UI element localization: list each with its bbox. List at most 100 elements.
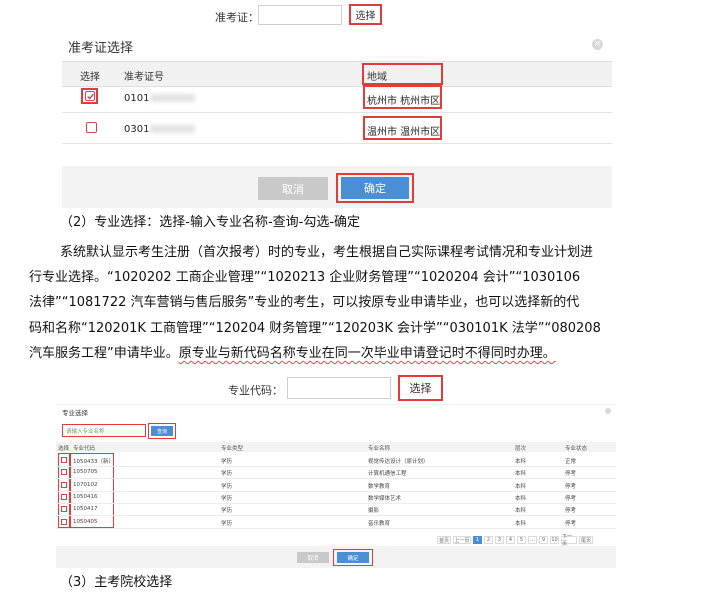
table-cell: 数学教育 (368, 483, 391, 490)
major-header-type: 专业类型 (221, 446, 244, 452)
major-header-name: 专业名称 (368, 446, 391, 452)
check-icon (86, 93, 94, 100)
pagination-next[interactable]: 下一页 (561, 534, 577, 547)
major-header-select: 选择 (58, 446, 70, 452)
major-confirm-button[interactable]: 确定 (337, 552, 369, 563)
paragraph-line: 法律”“1081722 汽车营销与售后服务”专业的考生，可以按原专业申请毕业，也… (29, 295, 580, 310)
major-confirm-label: 确定 (347, 555, 359, 562)
major-table-header (56, 442, 616, 452)
header-ticket-no: 准考证号 (124, 72, 164, 83)
last-line-plain: 汽车服务工程”申请毕业。 (29, 346, 179, 361)
pagination-page[interactable]: … (528, 536, 537, 544)
table-cell: 1050417 (73, 506, 98, 513)
major-code-input[interactable] (287, 377, 391, 399)
major-cancel-label: 取消 (307, 555, 319, 562)
confirm-button[interactable]: 确定 (341, 177, 409, 199)
header-region: 地域 (367, 72, 387, 83)
major-header-level: 层次 (515, 446, 527, 452)
redacted-block (150, 94, 195, 102)
table-row[interactable] (56, 491, 616, 504)
row1-ticket-no: 0101 (124, 93, 150, 104)
major-search-input[interactable]: 请输入专业名称 (62, 424, 146, 437)
table-cell: 音乐教育 (368, 520, 391, 527)
ticket-select-button[interactable]: 选择 (349, 4, 382, 25)
pagination-last[interactable]: 尾页 (579, 536, 593, 544)
row-checkbox[interactable] (61, 518, 67, 525)
major-header-code: 专业代码 (73, 446, 96, 452)
table-cell: 1050416 (73, 493, 98, 500)
row-checkbox[interactable] (61, 481, 67, 488)
row-checkbox[interactable] (61, 493, 67, 500)
redacted-block (150, 125, 195, 133)
row1-region: 杭州市 杭州市区 (367, 96, 441, 107)
table-row[interactable] (56, 503, 616, 517)
table-cell: 数学媒体艺术 (368, 495, 402, 502)
pagination-prev[interactable]: 上一页 (453, 536, 471, 544)
table-cell: 本科 (515, 483, 527, 490)
ticket-label: 准考证： (215, 11, 259, 24)
table-cell: 1050705 (73, 469, 98, 476)
pagination-first[interactable]: 首页 (437, 536, 451, 544)
major-code-label: 专业代码： (228, 384, 283, 397)
table-cell: 1050433（新） (73, 459, 114, 465)
major-header-status: 专业状态 (565, 446, 588, 452)
pagination-page[interactable]: 2 (484, 536, 493, 544)
table-cell: 1070102 (73, 481, 98, 488)
paragraph-line: 汽车服务工程”申请毕业。原专业与新代码名称专业在同一次毕业申请登记时不得同时办理… (29, 343, 556, 365)
close-icon[interactable]: × (592, 39, 603, 50)
paragraph-line: 行专业选择。“1020202 工商企业管理”“1020213 企业财务管理”“1… (29, 270, 581, 285)
row-checkbox[interactable] (61, 469, 67, 476)
pagination-page[interactable]: 3 (495, 536, 504, 544)
spellcheck-text: 原专业与新代码名称专业在同一次毕业申请登记时不得同时办理。 (178, 346, 556, 361)
table-cell: 计算机通信工程 (368, 471, 407, 478)
table-cell: 停考 (565, 508, 577, 515)
pagination-page[interactable]: 10 (550, 536, 559, 544)
cancel-label: 取消 (282, 182, 304, 196)
table-cell: 学历 (221, 483, 233, 490)
table-row[interactable] (56, 479, 616, 492)
query-label: 查询 (156, 428, 167, 435)
close-icon[interactable] (605, 408, 611, 414)
step2-heading: （2）专业选择：选择-输入专业名称-查询-勾选-确定 (60, 215, 361, 230)
table-row[interactable] (56, 454, 616, 467)
table-cell: 本科 (515, 520, 527, 527)
pagination-page[interactable]: 1 (473, 536, 482, 544)
table-cell: 停考 (565, 471, 577, 478)
table-cell: 学历 (221, 459, 233, 465)
table-cell: 摄影 (368, 508, 380, 515)
table-cell: 停考 (565, 495, 577, 502)
major-dialog-title: 专业选择 (62, 409, 88, 417)
ticket-select-label: 选择 (355, 11, 376, 22)
pagination-page[interactable]: 9 (539, 536, 548, 544)
ticket-input[interactable] (258, 5, 342, 25)
table-cell: 本科 (515, 459, 527, 465)
table-cell: 视觉传达设计（原计划） (368, 459, 429, 465)
major-cancel-button[interactable]: 取消 (297, 552, 329, 563)
table-cell: 学历 (221, 508, 233, 515)
step3-heading: （3）主考院校选择 (60, 575, 173, 590)
row-checkbox[interactable] (61, 506, 67, 513)
table-cell: 1050405 (73, 518, 98, 525)
query-button[interactable]: 查询 (151, 426, 173, 436)
table-row[interactable] (56, 466, 616, 480)
table-cell: 停考 (565, 483, 577, 490)
cancel-button[interactable]: 取消 (258, 177, 328, 200)
row2-checkbox[interactable] (86, 122, 97, 133)
major-select-label: 选择 (409, 382, 432, 395)
pagination-page[interactable]: 5 (517, 536, 526, 544)
table-cell: 本科 (515, 471, 527, 478)
row1-checkbox[interactable] (85, 91, 95, 101)
pagination-page[interactable]: 4 (506, 536, 515, 544)
table-cell: 正常 (565, 459, 577, 465)
paragraph-line: 系统默认显示考生注册（首次报考）时的专业，考生根据自己实际课程考试情况和专业计划… (60, 245, 594, 260)
row-checkbox[interactable] (61, 457, 67, 463)
ticket-dialog-title: 准考证选择 (68, 41, 134, 56)
major-select-button[interactable]: 选择 (398, 375, 443, 401)
row2-ticket-no: 0301 (124, 124, 150, 135)
table-cell: 学历 (221, 520, 233, 527)
header-select: 选择 (80, 72, 100, 83)
paragraph-line: 码和名称“120201K 工商管理”“120204 财务管理”“120203K … (29, 321, 601, 336)
row2-region: 温州市 温州市区 (367, 127, 441, 138)
table-row[interactable] (56, 516, 616, 529)
table-cell: 本科 (515, 495, 527, 502)
